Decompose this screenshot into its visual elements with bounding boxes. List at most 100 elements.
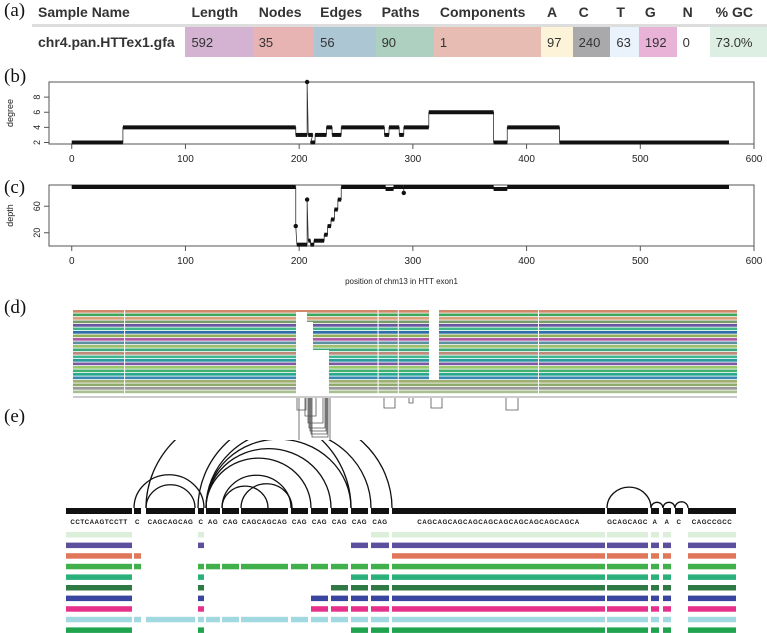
- path-segment: [607, 595, 648, 602]
- path-segment: [222, 616, 239, 623]
- path-segment: [351, 616, 368, 623]
- degree-chart: 0 100 200 300 400 500 600 2 4 6 8 degree: [5, 79, 763, 165]
- edge-link: [430, 398, 443, 409]
- x-tick-label: 0: [69, 154, 75, 165]
- path-segment: [206, 616, 220, 623]
- path-row: [73, 334, 737, 338]
- path-segment: [688, 532, 736, 538]
- path-segment: [198, 585, 204, 591]
- path-segment: [134, 553, 141, 559]
- path-row: [73, 320, 737, 324]
- node-backbone: [331, 508, 348, 514]
- path-row: [73, 366, 737, 369]
- col-header-c: C: [572, 0, 611, 27]
- node-backbone: [607, 508, 648, 514]
- node-backbone: [392, 508, 605, 514]
- y-tick-label: 2: [32, 140, 42, 145]
- node-backbone: [146, 508, 195, 514]
- path-segment: [331, 585, 348, 591]
- path-segment: [351, 606, 368, 612]
- path-row: [73, 376, 737, 380]
- path-segment: [371, 627, 389, 633]
- node-backbone: [134, 508, 141, 514]
- path-segment: [331, 595, 348, 602]
- path-segment: [371, 595, 389, 602]
- node-label: CAG: [352, 519, 367, 526]
- edge-arc: [205, 440, 372, 509]
- node-backbone: [371, 508, 389, 514]
- table-header-row: Sample Name Length Nodes Edges Paths Com…: [32, 0, 767, 27]
- edge-arc: [221, 485, 269, 509]
- path-segment: [651, 595, 659, 602]
- col-header-components: Components: [433, 0, 541, 27]
- node-backbone: [651, 508, 659, 514]
- path-row: [73, 338, 737, 341]
- path-segment: [331, 616, 348, 623]
- x-tick-label: 600: [746, 256, 763, 267]
- path-segment: [607, 553, 648, 559]
- path-segment: [198, 532, 204, 538]
- y-axis-label: degree: [5, 99, 15, 127]
- cell-a: 97: [541, 25, 573, 57]
- path-row: [73, 380, 737, 383]
- path-segment: [198, 563, 204, 570]
- path-segment: [66, 606, 132, 612]
- deletion-block: [313, 350, 329, 400]
- path-segment: [688, 563, 736, 570]
- node-label: CAG: [332, 519, 347, 526]
- edge-arc: [205, 440, 352, 509]
- path-segment: [651, 574, 659, 580]
- path-segment: [351, 627, 368, 633]
- cell-gc: 73.0%: [709, 25, 767, 57]
- path-segment: [371, 532, 389, 538]
- path-segment: [371, 606, 389, 612]
- path-row: [73, 331, 737, 334]
- path-segment: [311, 606, 328, 612]
- x-tick-label: 500: [632, 154, 649, 165]
- x-tick-label: 300: [405, 256, 422, 267]
- path-row: [73, 373, 737, 376]
- node-label: CAGCCGCC: [692, 519, 732, 526]
- edge-arc: [662, 501, 676, 509]
- path-row: [73, 390, 737, 394]
- x-tick-label: 100: [177, 154, 194, 165]
- col-header-n: N: [676, 0, 710, 27]
- path-segment: [392, 542, 605, 549]
- path-segment: [688, 627, 736, 633]
- node-backbone: [663, 508, 671, 514]
- col-header-t: T: [610, 0, 639, 27]
- path-segment: [206, 563, 220, 570]
- y-tick-label: 4: [32, 125, 42, 130]
- x-tick-label: 400: [518, 154, 535, 165]
- path-segment: [311, 595, 328, 602]
- cell-length: 592: [185, 25, 253, 57]
- path-segment: [663, 553, 671, 559]
- path-segment: [392, 574, 605, 580]
- path-segment: [607, 616, 648, 623]
- cell-components: 1: [433, 25, 541, 57]
- plot-frame: [48, 184, 755, 247]
- edge-arc: [606, 486, 652, 509]
- node-label: CAG: [292, 519, 307, 526]
- node-backbone: [311, 508, 328, 514]
- path-segment: [198, 574, 204, 580]
- path-row: [73, 362, 737, 366]
- path-segment: [66, 616, 132, 623]
- series-line: [71, 186, 729, 246]
- path-segment: [291, 563, 308, 570]
- path-segment: [222, 563, 239, 570]
- path-segment: [663, 532, 671, 538]
- path-segment: [663, 616, 671, 623]
- path-segment: [134, 563, 141, 570]
- edge-arc: [240, 483, 293, 509]
- data-point: [401, 190, 406, 196]
- graph-stats-table: Sample Name Length Nodes Edges Paths Com…: [32, 0, 767, 57]
- col-header-nodes: Nodes: [252, 0, 315, 27]
- node-backbone: [222, 508, 239, 514]
- col-header-length: Length: [185, 0, 253, 27]
- path-segment: [311, 563, 328, 570]
- path-row: [73, 310, 737, 313]
- path-segment: [663, 627, 671, 633]
- path-segment: [66, 563, 132, 570]
- path-segment: [146, 616, 195, 623]
